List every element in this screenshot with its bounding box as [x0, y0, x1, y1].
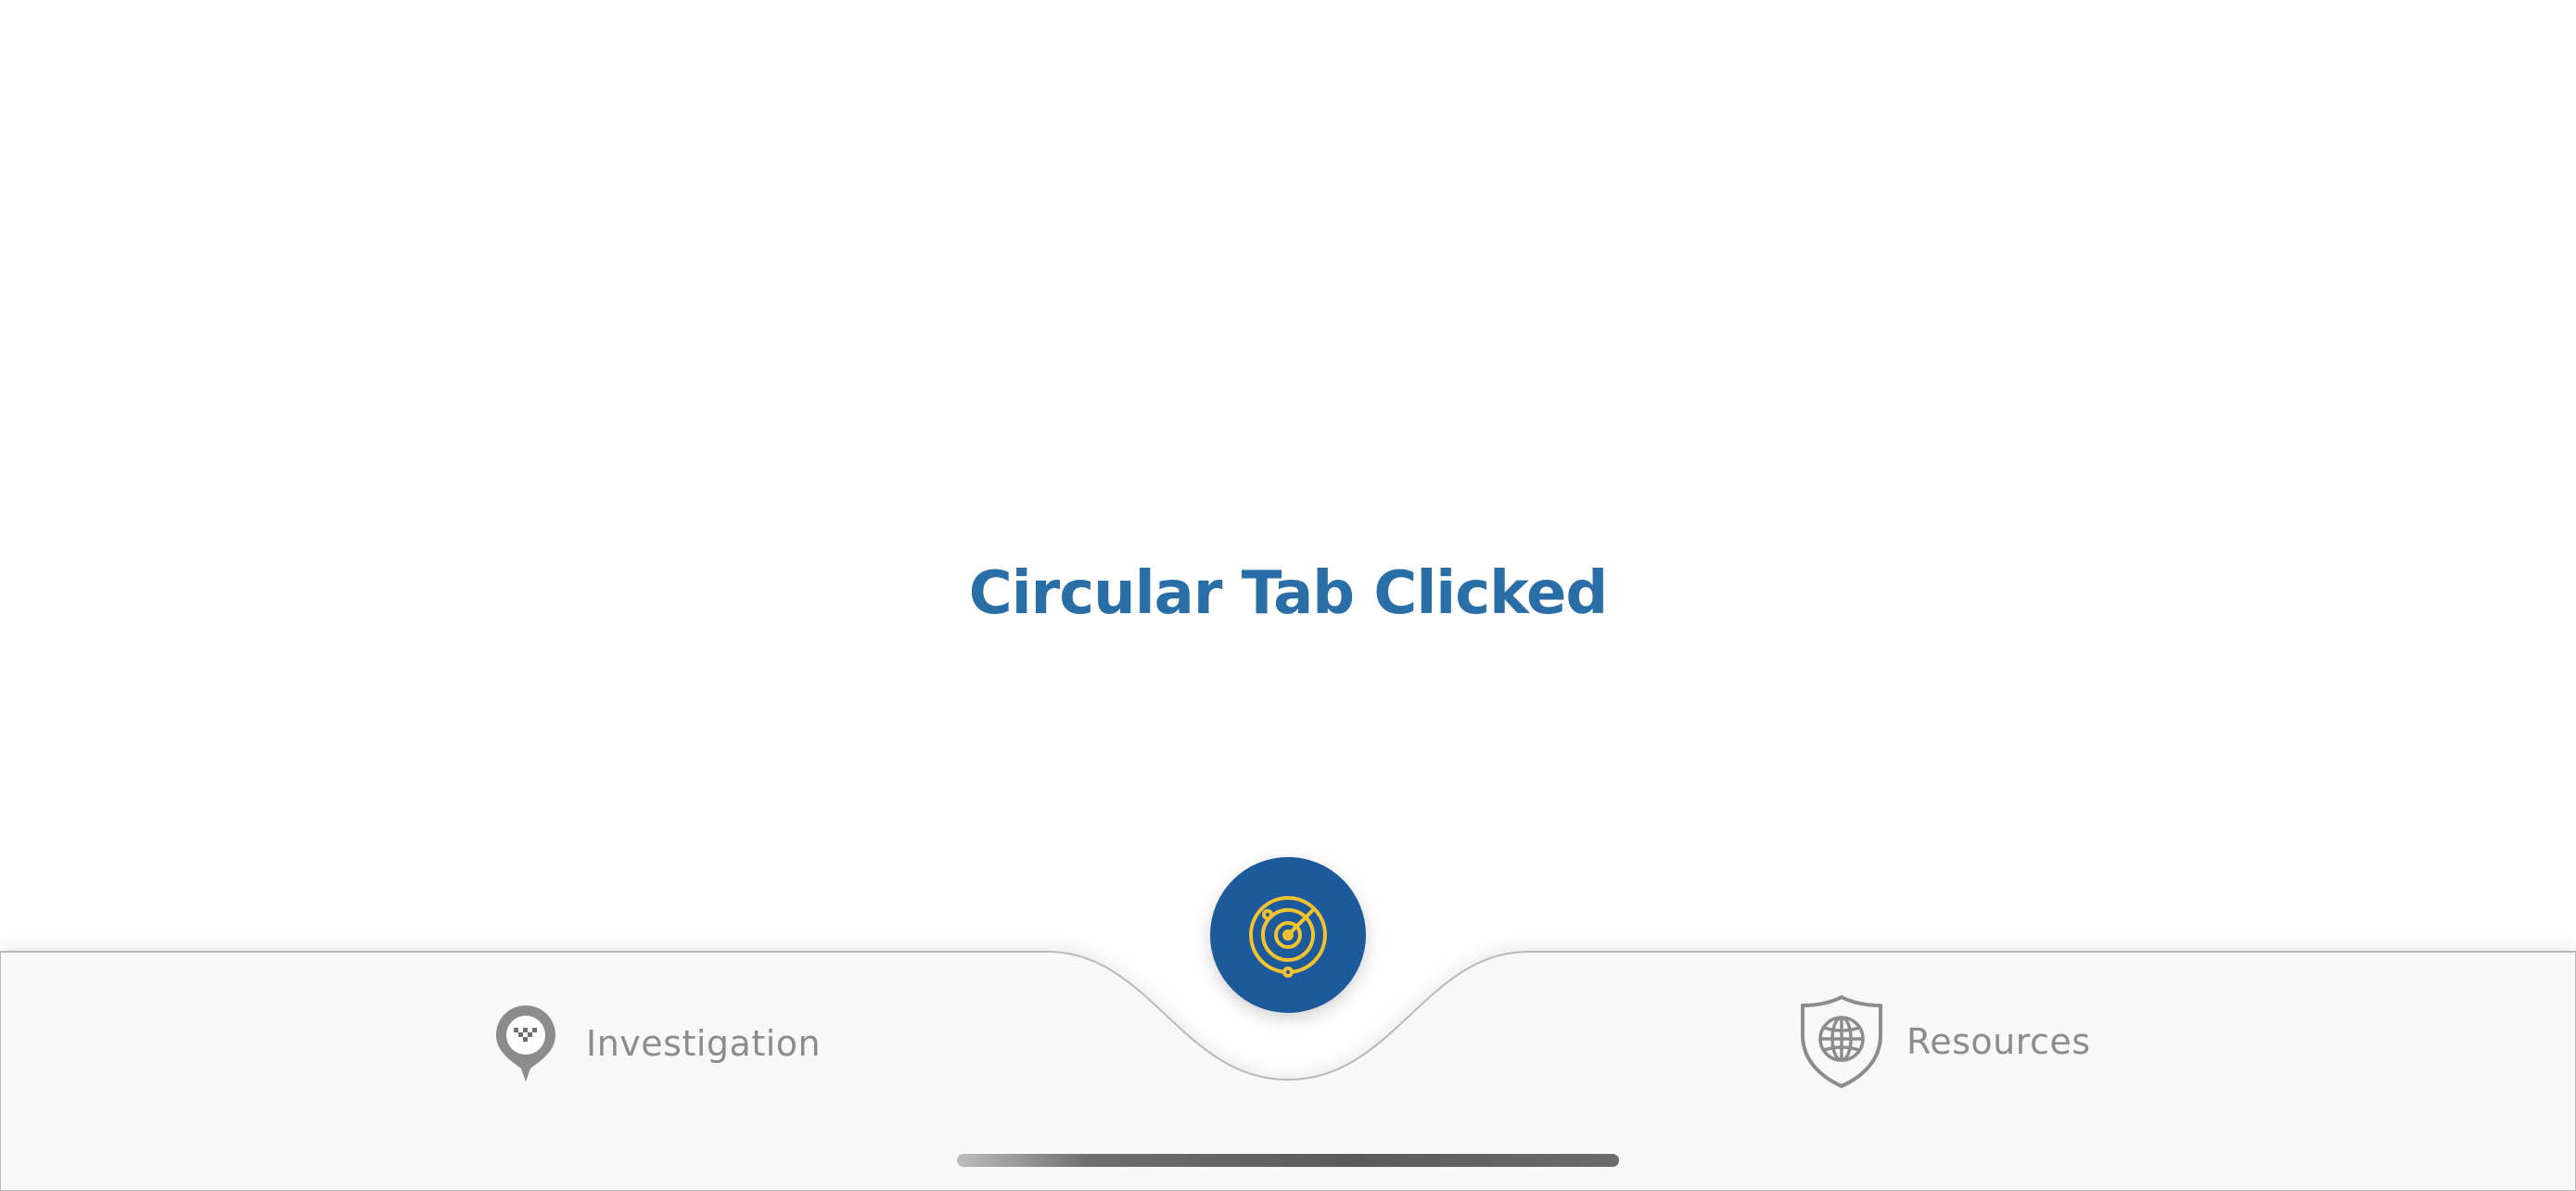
- home-indicator[interactable]: [957, 1154, 1619, 1167]
- app-screen: Circular Tab Clicked Investigation Resou…: [0, 0, 2576, 1191]
- tab-resources[interactable]: Resources: [1799, 994, 2091, 1089]
- tab-investigation-label: Investigation: [586, 1023, 822, 1064]
- page-title: Circular Tab Clicked: [968, 559, 1608, 628]
- center-circular-tab[interactable]: [1210, 857, 1366, 1013]
- tab-resources-label: Resources: [1906, 1021, 2091, 1062]
- shield-globe-icon: [1801, 995, 1882, 1088]
- tab-investigation[interactable]: Investigation: [493, 1004, 821, 1083]
- radar-icon: [1249, 896, 1327, 978]
- map-pin-icon: [496, 1005, 555, 1082]
